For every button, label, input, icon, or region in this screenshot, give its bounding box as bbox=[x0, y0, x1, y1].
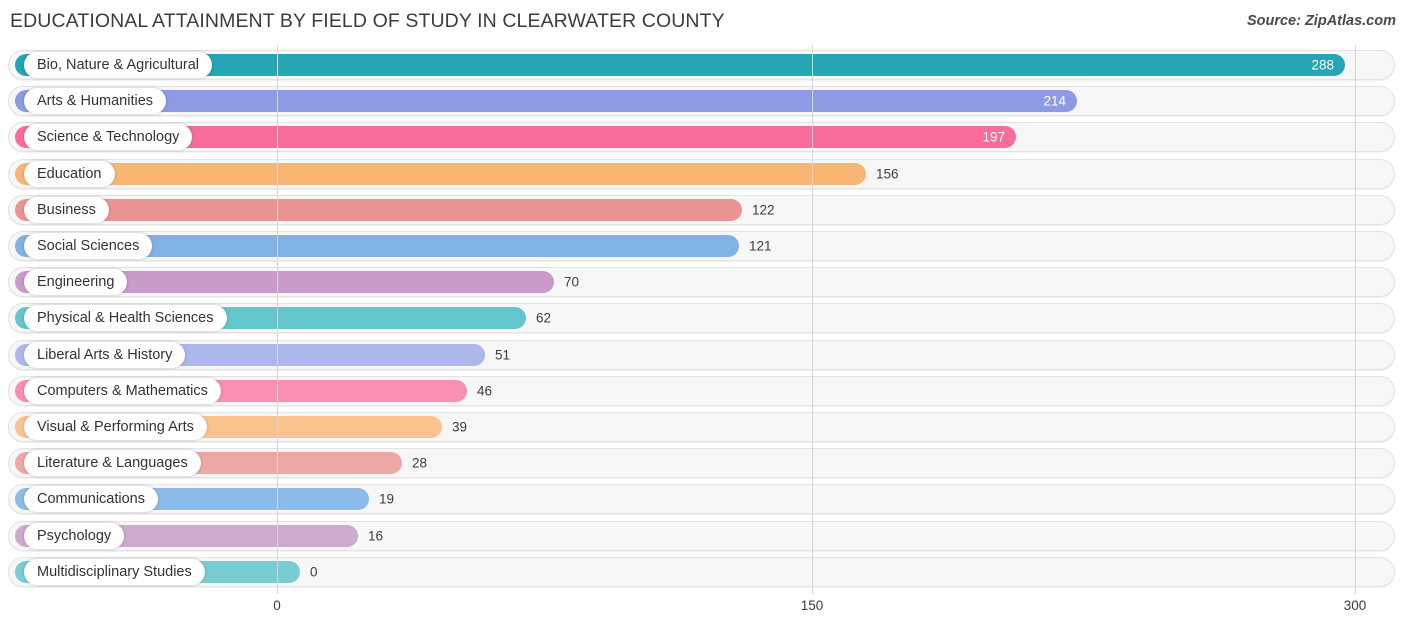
table-row[interactable]: 156 Education bbox=[8, 158, 1395, 189]
category-label[interactable]: Social Sciences bbox=[24, 233, 153, 259]
table-row[interactable]: 214 Arts & Humanities bbox=[8, 86, 1395, 117]
bar-value-label: 288 bbox=[1311, 57, 1334, 73]
bar-value-label: 122 bbox=[752, 202, 775, 218]
table-row[interactable]: 28 Literature & Languages bbox=[8, 448, 1395, 479]
table-row[interactable]: 16 Psychology bbox=[8, 520, 1395, 551]
bar-value-label: 214 bbox=[1043, 93, 1066, 109]
category-label[interactable]: Liberal Arts & History bbox=[24, 341, 186, 368]
bar-value-label: 156 bbox=[876, 166, 899, 182]
table-row[interactable]: 0 Multidisciplinary Studies bbox=[8, 556, 1395, 587]
table-row[interactable]: 62 Physical & Health Sciences bbox=[8, 303, 1395, 334]
category-label[interactable]: Business bbox=[24, 196, 109, 223]
category-label[interactable]: Engineering bbox=[24, 269, 128, 296]
category-label[interactable]: Education bbox=[24, 160, 115, 187]
table-row[interactable]: 70 Engineering bbox=[8, 267, 1395, 298]
table-row[interactable]: 122 Business bbox=[8, 194, 1395, 225]
category-label[interactable]: Physical & Health Sciences bbox=[24, 305, 227, 332]
table-row[interactable]: 288 Bio, Nature & Agricultural bbox=[8, 50, 1395, 80]
table-row[interactable]: 39 Visual & Performing Arts bbox=[8, 412, 1395, 442]
category-label[interactable]: Bio, Nature & Agricultural bbox=[24, 52, 212, 78]
bar[interactable] bbox=[15, 198, 742, 221]
bar-value-label: 46 bbox=[477, 383, 493, 399]
category-label[interactable]: Literature & Languages bbox=[24, 450, 201, 477]
x-axis-tick-label: 0 bbox=[273, 598, 281, 613]
table-row[interactable]: 121 Social Sciences bbox=[8, 231, 1395, 261]
category-label[interactable]: Computers & Mathematics bbox=[24, 377, 221, 404]
x-axis: 0 150 300 bbox=[0, 594, 1406, 631]
bar[interactable]: 288 bbox=[15, 54, 1345, 76]
source-attribution: Source: ZipAtlas.com bbox=[1246, 13, 1396, 29]
bar-rows: 288 Bio, Nature & Agricultural 214 Arts & H… bbox=[0, 45, 1406, 594]
chart-header: EDUCATIONAL ATTAINMENT BY FIELD OF STUDY… bbox=[0, 0, 1406, 44]
x-axis-tick-label: 150 bbox=[800, 598, 824, 613]
bar[interactable] bbox=[15, 162, 866, 185]
category-label[interactable]: Communications bbox=[24, 486, 158, 513]
bar-value-label: 51 bbox=[495, 347, 511, 363]
bar-value-label: 70 bbox=[564, 274, 580, 290]
bar-value-label: 28 bbox=[412, 455, 428, 471]
category-label[interactable]: Visual & Performing Arts bbox=[24, 414, 207, 440]
table-row[interactable]: 46 Computers & Mathematics bbox=[8, 375, 1395, 406]
category-label[interactable]: Arts & Humanities bbox=[24, 88, 167, 115]
bar-value-label: 121 bbox=[749, 238, 772, 254]
table-row[interactable]: 197 Science & Technology bbox=[8, 122, 1395, 153]
bar-value-label: 39 bbox=[452, 419, 468, 435]
chart-container: EDUCATIONAL ATTAINMENT BY FIELD OF STUDY… bbox=[0, 0, 1406, 631]
x-axis-tick-label: 300 bbox=[1343, 598, 1367, 613]
category-label[interactable]: Psychology bbox=[24, 522, 125, 549]
page-title: EDUCATIONAL ATTAINMENT BY FIELD OF STUDY… bbox=[10, 10, 725, 32]
bar-value-label: 0 bbox=[310, 564, 318, 580]
bar[interactable]: 214 bbox=[15, 90, 1077, 113]
category-label[interactable]: Science & Technology bbox=[24, 124, 193, 151]
bar-value-label: 62 bbox=[536, 310, 552, 326]
plot-area: 288 Bio, Nature & Agricultural 214 Arts & H… bbox=[0, 45, 1406, 594]
bar-value-label: 197 bbox=[982, 129, 1005, 145]
category-label[interactable]: Multidisciplinary Studies bbox=[24, 558, 205, 585]
bar-value-label: 19 bbox=[379, 491, 395, 507]
table-row[interactable]: 19 Communications bbox=[8, 484, 1395, 515]
bar-value-label: 16 bbox=[368, 528, 384, 544]
table-row[interactable]: 51 Liberal Arts & History bbox=[8, 339, 1395, 370]
